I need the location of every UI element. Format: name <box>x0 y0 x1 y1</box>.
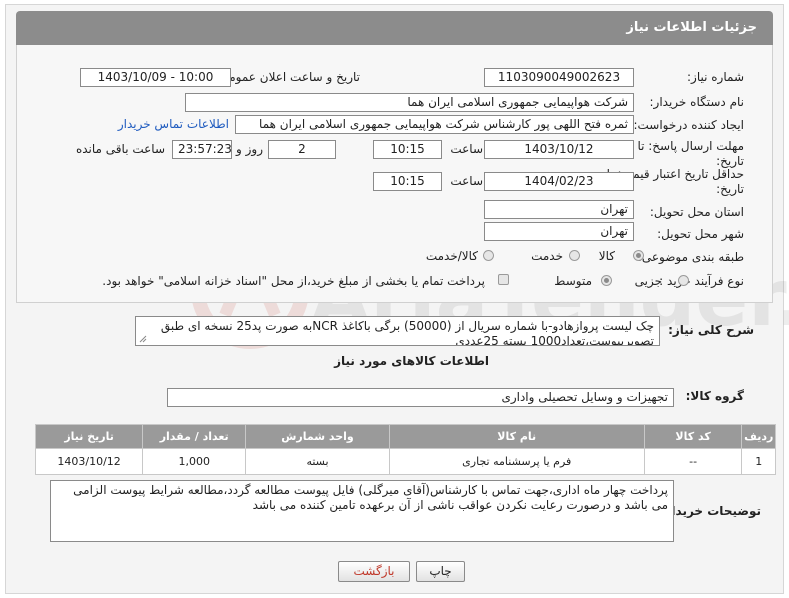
reply-deadline-label-date: تاریخ: <box>716 154 744 168</box>
province-label: استان محل تحویل: <box>649 205 744 219</box>
announce-datetime-label: تاریخ و ساعت اعلان عمومی: <box>215 70 360 84</box>
remaining-time-field[interactable]: 23:57:23 <box>172 140 232 159</box>
col-header-date: تاریخ نیاز <box>34 424 144 449</box>
print-button[interactable]: چاپ <box>416 561 465 582</box>
cell-qty: 1,000 <box>142 448 247 475</box>
page-title: جزئیات اطلاعات نیاز <box>626 20 757 35</box>
category-option-goods: کالا <box>598 249 615 263</box>
cell-code: -- <box>643 448 743 475</box>
validity-date-field[interactable]: 1404/02/23 <box>484 172 634 191</box>
category-option-goods-service: کالا/خدمت <box>425 249 478 263</box>
col-header-code: کد کالا <box>643 424 743 449</box>
col-header-name: نام کالا <box>388 424 645 449</box>
buyer-contact-link[interactable]: اطلاعات تماس خریدار <box>118 117 229 131</box>
remaining-time-label: ساعت باقی مانده <box>75 142 165 156</box>
announce-datetime-field[interactable]: 1403/10/09 - 10:00 <box>80 68 231 87</box>
category-radio-goods-service[interactable] <box>483 250 494 261</box>
province-field[interactable]: تهران <box>484 200 634 219</box>
process-radio-minor[interactable] <box>678 275 689 286</box>
goods-group-field[interactable]: تجهیزات و وسایل تحصیلی واداری <box>167 388 674 407</box>
days-remaining-field[interactable]: 2 <box>268 140 336 159</box>
back-button[interactable]: بازگشت <box>338 561 410 582</box>
resize-grip-icon[interactable] <box>139 335 147 343</box>
reply-time-field[interactable]: 10:15 <box>373 140 442 159</box>
category-option-service: خدمت <box>531 249 563 263</box>
category-label: طبقه بندی موضوعی: <box>637 250 744 264</box>
items-section-title: اطلاعات کالاهای مورد نیاز <box>334 354 489 368</box>
city-label: شهر محل تحویل: <box>657 227 744 241</box>
cell-date: 1403/10/12 <box>34 448 144 475</box>
city-field[interactable]: تهران <box>484 222 634 241</box>
process-radio-medium[interactable] <box>601 275 612 286</box>
table-header-row: ردیف کد کالا نام کالا واحد شمارش تعداد /… <box>34 424 776 449</box>
validity-time-field[interactable]: 10:15 <box>373 172 442 191</box>
process-option-minor: جزیی <box>634 274 662 288</box>
need-number-field[interactable]: 1103090049002623 <box>484 68 634 87</box>
col-header-qty: تعداد / مقدار <box>142 424 247 449</box>
buyer-notes-textarea[interactable]: پرداخت چهار ماه اداری،جهت تماس با کارشنا… <box>50 480 674 542</box>
validity-time-label: ساعت <box>450 174 483 188</box>
category-radio-goods[interactable] <box>633 250 644 261</box>
need-description-label: شرح کلی نیاز: <box>668 323 754 337</box>
items-table: ردیف کد کالا نام کالا واحد شمارش تعداد /… <box>34 424 776 475</box>
treasury-payment-checkbox[interactable] <box>498 274 509 285</box>
goods-group-label: گروه کالا: <box>685 389 744 403</box>
need-number-label: شماره نیاز: <box>687 70 744 84</box>
days-label: روز و <box>236 142 263 156</box>
price-validity-label-date: تاریخ: <box>716 182 744 196</box>
buyer-org-label: نام دستگاه خریدار: <box>649 95 745 109</box>
buyer-org-field[interactable]: شرکت هواپیمایی جمهوری اسلامی ایران هما <box>185 93 634 112</box>
reply-deadline-label: مهلت ارسال پاسخ: تا <box>637 139 744 153</box>
process-type-label: نوع فرآیند خرید : <box>659 274 744 288</box>
category-radio-service[interactable] <box>569 250 580 261</box>
need-description-textarea[interactable]: چک لیست پروازهادو-با شماره سریال از (500… <box>135 316 660 346</box>
col-header-unit: واحد شمارش <box>245 424 390 449</box>
creator-field[interactable]: ثمره فتح اللهی پور کارشناس شرکت هواپیمای… <box>235 115 634 134</box>
treasury-payment-note: پرداخت تمام یا بخشی از مبلغ خرید،از محل … <box>102 274 485 288</box>
cell-row-num: 1 <box>741 448 776 475</box>
header-bar: جزئیات اطلاعات نیاز <box>16 11 773 45</box>
cell-unit: بسته <box>245 448 390 475</box>
reply-time-label: ساعت <box>450 142 483 156</box>
col-header-row-num: ردیف <box>741 424 776 449</box>
reply-date-field[interactable]: 1403/10/12 <box>484 140 634 159</box>
creator-label: ایجاد کننده درخواست: <box>633 118 744 132</box>
buyer-notes-label: توضیحات خریدار: <box>659 504 761 518</box>
table-row[interactable]: 1 -- فرم یا پرسشنامه تجاری بسته 1,000 14… <box>34 448 776 475</box>
cell-name: فرم یا پرسشنامه تجاری <box>388 448 645 475</box>
process-option-medium: متوسط <box>554 274 592 288</box>
